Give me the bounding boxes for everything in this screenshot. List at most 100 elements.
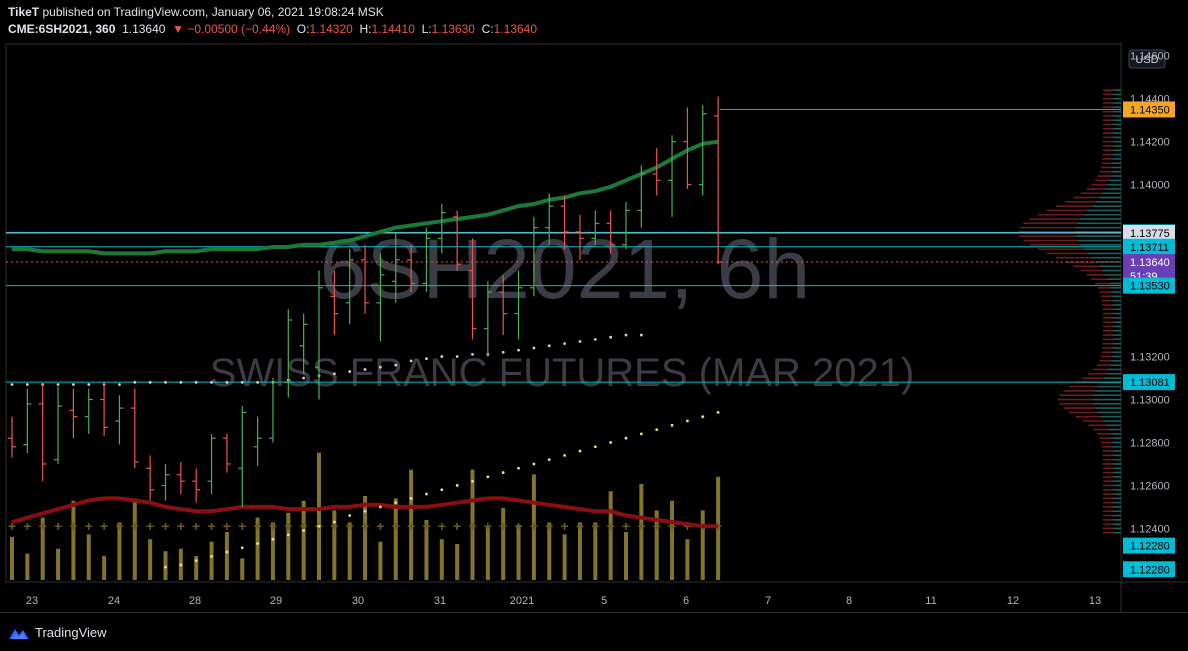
volume-marker: + [576, 518, 584, 534]
upper-dot [363, 368, 367, 371]
price-tick: 1.14600 [1130, 51, 1170, 63]
volume-marker: + [392, 518, 400, 534]
upper-dot [225, 380, 229, 384]
volume-bar [148, 539, 153, 580]
lower-dot [240, 546, 244, 550]
volume-marker: + [561, 518, 569, 534]
price-chart[interactable]: 6SH2021, 6h SWISS FRANC FUTURES (MAR 202… [0, 42, 1188, 612]
upper-dot [593, 337, 597, 341]
volume-bar [25, 553, 30, 580]
volume-marker: + [591, 518, 599, 534]
author-name[interactable]: TikeT [8, 5, 39, 19]
lower-dot [271, 537, 275, 541]
lower-dot [547, 458, 551, 462]
volume-marker: + [192, 518, 200, 534]
watermark-subtitle: SWISS FRANC FUTURES (MAR 2021) [210, 351, 915, 395]
volume-bar [71, 500, 76, 580]
price-badge-label: 1.14350 [1130, 104, 1170, 116]
open-label: O: [296, 22, 310, 36]
volume-marker: + [484, 518, 492, 534]
volume-marker: + [453, 518, 461, 534]
price-tick: 1.12800 [1130, 437, 1170, 449]
time-tick: 5 [601, 595, 607, 607]
volume-bar [209, 541, 214, 580]
lower-dot [409, 496, 413, 500]
volume-marker: + [637, 518, 645, 534]
upper-dot [148, 380, 152, 384]
lower-dot [501, 471, 505, 474]
time-tick: 11 [925, 595, 936, 607]
time-tick: 8 [846, 595, 852, 607]
volume-marker: + [607, 518, 615, 534]
tradingview-icon [9, 628, 29, 639]
lower-dot [210, 554, 213, 558]
upper-dot [256, 380, 259, 384]
upper-dot [578, 340, 582, 343]
volume-marker: + [115, 518, 123, 534]
upper-dot [501, 350, 505, 354]
upper-dot [639, 333, 643, 337]
volume-marker: + [438, 518, 446, 534]
price-tick: 1.13200 [1130, 352, 1170, 364]
volume-marker: + [39, 518, 47, 534]
volume-marker: + [177, 518, 185, 534]
lower-dot [179, 563, 183, 567]
lower-dot [164, 565, 167, 569]
volume-bar [317, 452, 321, 580]
price-badge-label: 1.12280 [1130, 564, 1170, 576]
lower-dot [455, 484, 459, 487]
volume-bar [10, 536, 14, 580]
volume-bar [455, 544, 460, 580]
volume-bar [102, 556, 107, 580]
time-tick: 12 [1007, 595, 1019, 607]
volume-marker: + [530, 518, 538, 534]
upper-dot [25, 383, 29, 386]
upper-dot [302, 376, 306, 380]
ohlc-legend: CME:6SH2021, 360 1.13640 ▼ −0.00500 (−0.… [8, 22, 537, 36]
brand-name: TradingView [35, 625, 107, 640]
volume-marker: + [131, 518, 139, 534]
price-badge-label: 1.13640 [1130, 257, 1170, 269]
tradingview-logo[interactable]: TradingView [8, 625, 107, 640]
lower-dot [609, 441, 613, 444]
volume-bar [163, 551, 168, 580]
symbol-label[interactable]: CME:6SH2021, 360 [8, 22, 115, 36]
volume-bar [670, 500, 675, 580]
time-tick: 30 [352, 595, 364, 607]
price-badge-label: 1.13711 [1130, 242, 1169, 254]
lower-dot [655, 428, 659, 431]
lower-dot [348, 514, 352, 517]
time-tick: 2021 [510, 595, 534, 607]
volume-marker: + [422, 518, 430, 534]
time-tick: 6 [683, 595, 689, 607]
lower-dot [440, 488, 444, 492]
lower-dot [686, 419, 689, 423]
lower-dot [716, 411, 720, 414]
upper-dot [409, 359, 413, 363]
publish-info: TikeT published on TradingView.com, Janu… [8, 5, 384, 19]
lower-dot [363, 509, 367, 513]
volume-bar [608, 491, 613, 580]
volume-marker: + [223, 518, 231, 534]
upper-dot [118, 383, 121, 386]
last-price: 1.13640 [122, 22, 166, 36]
price-badge-label: 1.13530 [1130, 281, 1170, 293]
volume-marker: + [269, 518, 277, 534]
price-badge-label: 1.13775 [1130, 228, 1170, 240]
lower-dot [394, 501, 398, 505]
lower-dot [486, 475, 490, 479]
lower-dot [225, 550, 229, 554]
upper-dot [394, 363, 398, 367]
volume-marker: + [376, 518, 384, 534]
time-tick: 24 [108, 595, 120, 607]
time-tick: 13 [1089, 595, 1101, 607]
upper-dot [10, 383, 14, 386]
upper-dot [440, 355, 444, 358]
upper-dot [240, 380, 244, 384]
volume-marker: + [514, 518, 522, 534]
low-label: L: [421, 22, 432, 36]
lower-dot [670, 423, 674, 427]
published-text: published on TradingView.com, January 06… [42, 5, 384, 19]
volume-bar [485, 527, 490, 580]
volume-bar [624, 532, 628, 580]
